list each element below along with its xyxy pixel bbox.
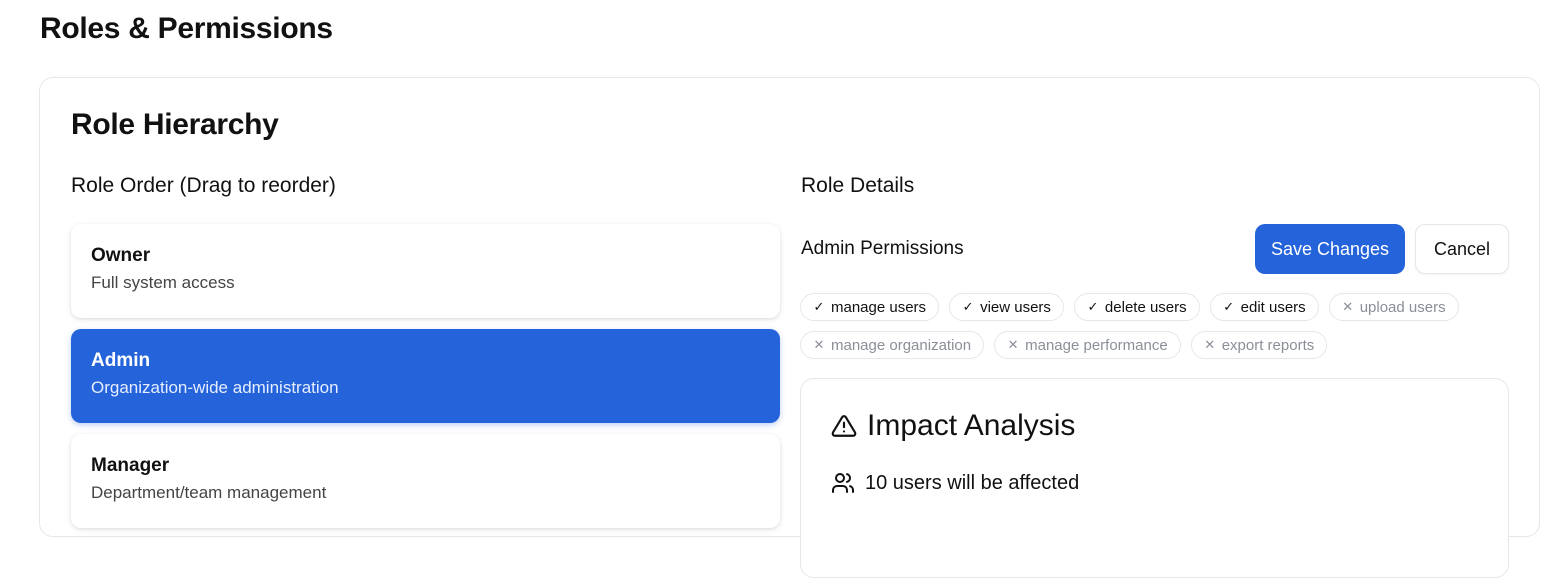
permissions-title: Admin Permissions: [801, 238, 964, 259]
check-icon: ✓: [813, 299, 825, 314]
impact-title: Impact Analysis: [867, 409, 1076, 442]
check-icon: ✓: [1223, 299, 1235, 314]
x-icon: ✕: [1204, 337, 1216, 352]
affected-users-text: 10 users will be affected: [865, 471, 1080, 494]
x-icon: ✕: [813, 337, 825, 352]
permission-label: upload users: [1359, 298, 1446, 316]
permission-chip-manage-organization[interactable]: ✕ manage organization: [800, 331, 985, 359]
x-icon: ✕: [1342, 299, 1354, 314]
impact-title-row: Impact Analysis: [831, 409, 1075, 443]
alert-triangle-icon: [831, 413, 857, 439]
permission-label: manage performance: [1025, 336, 1168, 354]
page-title: Roles & Permissions: [40, 12, 333, 45]
role-name: Admin: [91, 350, 151, 371]
role-name: Manager: [91, 455, 170, 476]
role-description: Organization-wide administration: [91, 378, 339, 397]
permission-chip-export-reports[interactable]: ✕ export reports: [1190, 331, 1328, 359]
permission-chips: ✓ manage users ✓ view users ✓ delete use…: [800, 293, 1500, 359]
permission-chip-manage-performance[interactable]: ✕ manage performance: [994, 331, 1181, 359]
check-icon: ✓: [962, 299, 974, 314]
role-item-admin[interactable]: Admin Organization-wide administration: [71, 329, 780, 423]
cancel-button[interactable]: Cancel: [1415, 224, 1509, 274]
permission-label: manage organization: [831, 336, 972, 354]
role-item-owner[interactable]: Owner Full system access: [71, 224, 780, 318]
permission-label: manage users: [831, 298, 927, 316]
permission-chip-view-users[interactable]: ✓ view users: [949, 293, 1064, 321]
permission-chip-manage-users[interactable]: ✓ manage users: [800, 293, 940, 321]
permission-label: export reports: [1221, 336, 1315, 354]
permission-label: delete users: [1104, 298, 1187, 316]
x-icon: ✕: [1007, 337, 1019, 352]
role-name: Owner: [91, 245, 151, 266]
permission-chip-edit-users[interactable]: ✓ edit users: [1209, 293, 1319, 321]
save-changes-button[interactable]: Save Changes: [1255, 224, 1405, 274]
permission-label: edit users: [1240, 298, 1306, 316]
users-icon: [831, 471, 855, 495]
permission-chip-upload-users[interactable]: ✕ upload users: [1328, 293, 1459, 321]
card-title: Role Hierarchy: [71, 108, 279, 141]
affected-users-row: 10 users will be affected: [831, 471, 1079, 495]
impact-analysis-panel: Impact Analysis 10 users will be affecte…: [800, 378, 1509, 578]
role-order-heading: Role Order (Drag to reorder): [71, 174, 336, 197]
permission-label: view users: [980, 298, 1051, 316]
check-icon: ✓: [1087, 299, 1099, 314]
role-hierarchy-card: Role Hierarchy Role Order (Drag to reord…: [39, 77, 1540, 578]
role-description: Department/team management: [91, 483, 327, 502]
permission-chip-delete-users[interactable]: ✓ delete users: [1073, 293, 1200, 321]
role-description: Full system access: [91, 273, 235, 292]
role-item-manager[interactable]: Manager Department/team management: [71, 434, 780, 528]
role-details-heading: Role Details: [801, 174, 915, 197]
